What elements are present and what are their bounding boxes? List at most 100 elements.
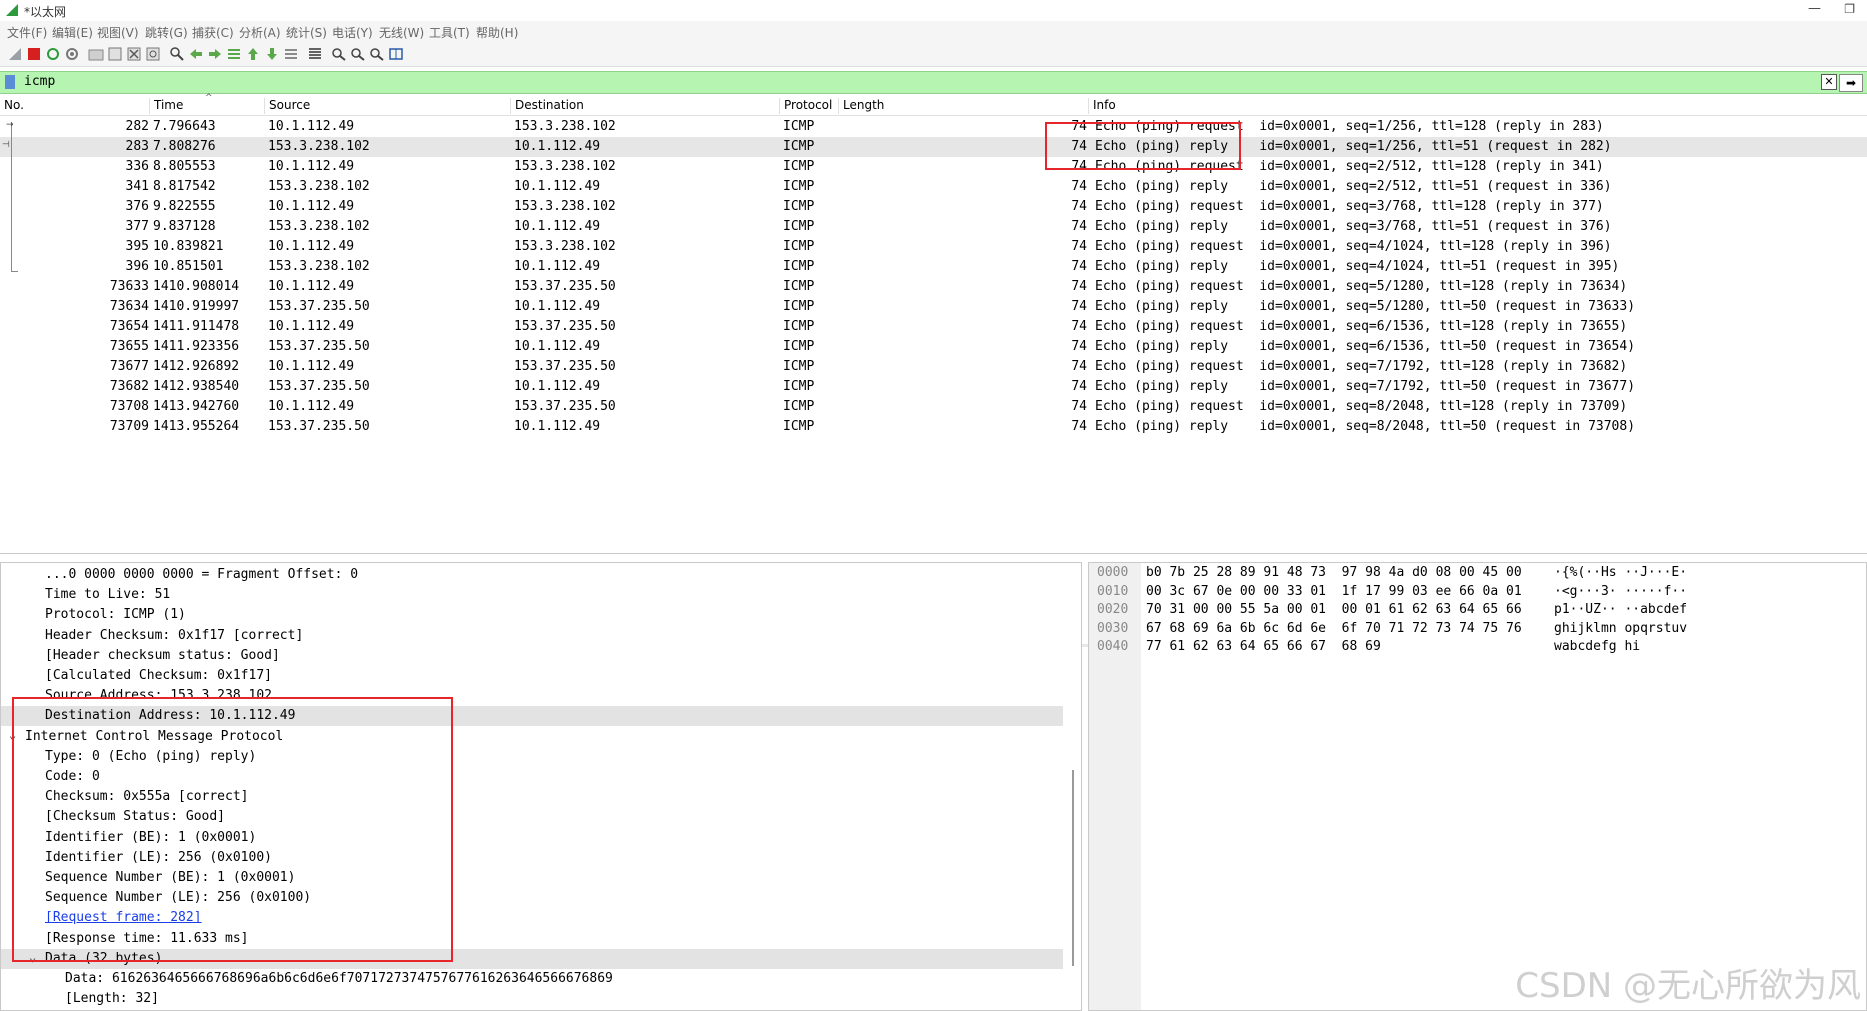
menu-wireless[interactable]: 无线(W) [379, 24, 424, 41]
related-packets-line [11, 122, 12, 272]
go-back-icon[interactable] [188, 47, 204, 61]
byte-hex[interactable]: 67 68 69 6a 6b 6c 6d 6e 6f 70 71 72 73 7… [1146, 621, 1522, 639]
menu-view[interactable]: 视图(V) [97, 24, 139, 41]
packet-row[interactable]: 73708 1413.942760 10.1.112.49 153.37.235.50… [0, 397, 1867, 417]
byte-hex[interactable]: 00 3c 67 0e 00 00 33 01 1f 17 99 03 ee 6… [1146, 584, 1522, 602]
related-request-arrow-icon: → [6, 120, 14, 130]
annotation-highlight-box [12, 697, 453, 962]
go-forward-icon[interactable] [207, 47, 223, 61]
calculated-checksum-field[interactable]: [Calculated Checksum: 0x1f17] [1, 666, 1063, 686]
go-last-icon[interactable] [264, 47, 280, 61]
column-header-info[interactable]: Info [1088, 98, 1116, 114]
go-to-packet-icon[interactable] [226, 47, 242, 61]
packet-row[interactable]: 73677 1412.926892 10.1.112.49 153.37.235.50… [0, 357, 1867, 377]
menu-telephony[interactable]: 电话(Y) [332, 24, 373, 41]
column-header-destination[interactable]: Destination [510, 98, 584, 114]
capture-options-icon[interactable] [64, 47, 80, 61]
fragment-offset-field[interactable]: ...0 0000 0000 0000 = Fragment Offset: 0 [1, 565, 1063, 585]
column-header-time[interactable]: Time [149, 98, 183, 114]
packet-time: 8.817542 [153, 179, 216, 194]
byte-ascii[interactable]: ghijklmn opqrstuv [1554, 621, 1687, 639]
data-length-field-text: [Length: 32] [65, 991, 159, 1007]
packet-number: 341 [125, 179, 149, 194]
menu-edit[interactable]: 编辑(E) [52, 24, 93, 41]
zoom-normal-icon[interactable] [369, 47, 385, 61]
details-vertical-scrollbar[interactable] [1072, 770, 1074, 966]
packet-row[interactable]: 283 7.808276 153.3.238.102 10.1.112.49 ICMP 7… [0, 137, 1867, 157]
data-field[interactable]: Data: 6162636465666768696a6b6c6d6e6f7071… [1, 969, 1063, 989]
packet-protocol: ICMP [783, 219, 815, 234]
menu-statistics[interactable]: 统计(S) [286, 24, 327, 41]
packet-row[interactable]: 396 10.851501 153.3.238.102 10.1.112.49 ICMP… [0, 257, 1867, 277]
packet-row[interactable]: 336 8.805553 10.1.112.49 153.3.238.102 ICMP 7… [0, 157, 1867, 177]
byte-ascii[interactable]: p1··UZ·· ··abcdef [1554, 602, 1687, 620]
column-header-protocol[interactable]: Protocol [779, 98, 832, 114]
go-first-icon[interactable] [245, 47, 261, 61]
byte-ascii[interactable]: ·<g···3· ·····f·· [1554, 584, 1687, 602]
packet-row[interactable]: 73655 1411.923356 153.37.235.50 10.1.112.49… [0, 337, 1867, 357]
ttl-field[interactable]: Time to Live: 51 [1, 585, 1063, 605]
find-packet-icon[interactable] [169, 47, 185, 61]
packet-number: 73709 [109, 419, 149, 434]
packet-row[interactable]: 395 10.839821 10.1.112.49 153.3.238.102 ICMP… [0, 237, 1867, 257]
byte-ascii[interactable]: ·{%(··Hs ··J···E· [1554, 565, 1687, 583]
protocol-field[interactable]: Protocol: ICMP (1) [1, 605, 1063, 625]
packet-row[interactable]: 73709 1413.955264 153.37.235.50 10.1.112.49… [0, 417, 1867, 437]
autoscroll-icon[interactable] [283, 47, 299, 61]
packet-source: 10.1.112.49 [268, 159, 355, 174]
column-header-no[interactable]: No. [0, 98, 24, 114]
menu-capture[interactable]: 捕获(C) [192, 24, 234, 41]
data-length-field[interactable]: [Length: 32] [1, 989, 1063, 1009]
clear-filter-button[interactable]: ✕ [1821, 74, 1837, 90]
resize-columns-icon[interactable] [388, 47, 404, 61]
packet-row[interactable]: 73654 1411.911478 10.1.112.49 153.37.235.50… [0, 317, 1867, 337]
packet-row[interactable]: 341 8.817542 153.3.238.102 10.1.112.49 ICMP 7… [0, 177, 1867, 197]
shark-fin-start-icon[interactable] [7, 47, 23, 61]
apply-filter-button[interactable]: ➡ [1839, 74, 1863, 92]
stop-capture-icon[interactable] [26, 47, 42, 61]
display-filter-input[interactable]: icmp [24, 74, 55, 89]
packet-time: 10.851501 [153, 259, 224, 274]
header-checksum-field[interactable]: Header Checksum: 0x1f17 [correct] [1, 626, 1063, 646]
column-header-source[interactable]: Source [264, 98, 310, 114]
filter-bookmark-icon[interactable] [5, 75, 15, 89]
packet-length: 74 [1071, 259, 1087, 274]
packet-number: 282 [125, 119, 149, 134]
reload-file-icon[interactable] [145, 47, 161, 61]
packet-row[interactable]: 73633 1410.908014 10.1.112.49 153.37.235.50… [0, 277, 1867, 297]
byte-ascii[interactable]: wabcdefg hi [1554, 639, 1640, 657]
packet-protocol: ICMP [783, 399, 815, 414]
packet-length: 74 [1071, 219, 1087, 234]
restart-capture-icon[interactable] [45, 47, 61, 61]
close-file-icon[interactable] [126, 47, 142, 61]
packet-source: 153.37.235.50 [268, 419, 370, 434]
menu-tools[interactable]: 工具(T) [429, 24, 470, 41]
packet-row[interactable]: 73634 1410.919997 153.37.235.50 10.1.112.49… [0, 297, 1867, 317]
packet-time: 1413.942760 [153, 399, 240, 414]
packet-destination: 153.3.238.102 [514, 239, 616, 254]
packet-time: 7.808276 [153, 139, 216, 154]
menu-file[interactable]: 文件(F) [7, 24, 47, 41]
byte-hex[interactable]: 70 31 00 00 55 5a 00 01 00 01 61 62 63 6… [1146, 602, 1522, 620]
byte-hex[interactable]: b0 7b 25 28 89 91 48 73 97 98 4a d0 08 0… [1146, 565, 1522, 583]
packet-row[interactable]: 73682 1412.938540 153.37.235.50 10.1.112.49… [0, 377, 1867, 397]
packet-row[interactable]: 376 9.822555 10.1.112.49 153.3.238.102 ICMP 7… [0, 197, 1867, 217]
packet-length: 74 [1071, 299, 1087, 314]
annotation-highlight-box [1045, 122, 1241, 170]
packet-row[interactable]: 282 7.796643 10.1.112.49 153.3.238.102 ICMP 7… [0, 117, 1867, 137]
minimize-button[interactable]: — [1808, 1, 1821, 16]
byte-hex[interactable]: 77 61 62 63 64 65 66 67 68 69 [1146, 639, 1381, 657]
zoom-out-icon[interactable] [350, 47, 366, 61]
colorize-icon[interactable] [307, 47, 323, 61]
column-header-length[interactable]: Length [838, 98, 884, 114]
menu-go[interactable]: 跳转(G) [145, 24, 188, 41]
save-file-icon[interactable] [107, 47, 123, 61]
packet-row[interactable]: 377 9.837128 153.3.238.102 10.1.112.49 ICMP 7… [0, 217, 1867, 237]
open-file-icon[interactable] [88, 47, 104, 61]
zoom-in-icon[interactable] [331, 47, 347, 61]
menu-help[interactable]: 帮助(H) [476, 24, 518, 41]
header-checksum-status-field[interactable]: [Header checksum status: Good] [1, 646, 1063, 666]
restore-button[interactable]: ❐ [1844, 2, 1855, 16]
menu-analyze[interactable]: 分析(A) [239, 24, 281, 41]
packet-source: 153.37.235.50 [268, 379, 370, 394]
